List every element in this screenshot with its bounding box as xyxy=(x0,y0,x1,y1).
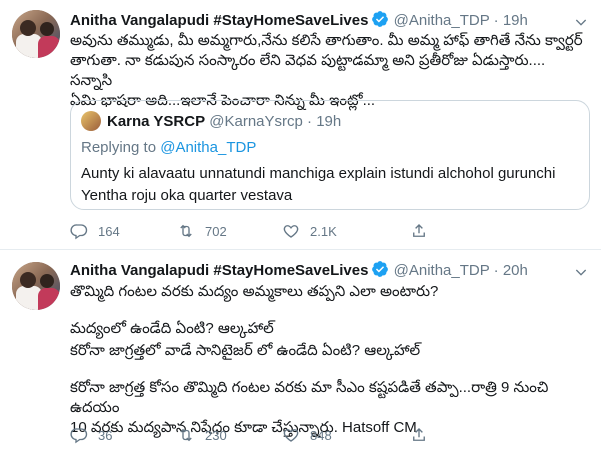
reply-count: 36 xyxy=(98,427,113,443)
retweet-icon xyxy=(180,428,192,442)
quoted-text: Aunty ki alavaatu unnatundi manchiga exp… xyxy=(81,163,581,207)
retweet-count: 230 xyxy=(205,427,227,443)
tweet-header: Anitha Vangalapudi #StayHomeSaveLives @A… xyxy=(70,260,528,280)
quoted-avatar[interactable] xyxy=(81,111,101,131)
tweet-paragraph: కరోనా జాగ్రత్త కోసం తొమ్మిది గంటల వరకు మ… xyxy=(70,379,549,416)
reply-icon xyxy=(70,224,88,240)
like-icon xyxy=(283,225,299,238)
quoted-author-handle: @KarnaYsrcp xyxy=(209,113,303,130)
author-handle[interactable]: @Anitha_TDP xyxy=(394,262,490,279)
retweet-icon xyxy=(180,224,192,238)
tweet-text: అవును తమ్ముడు, మీ అమ్మగారు,నేను కలిసే తా… xyxy=(70,31,590,111)
tweet[interactable]: Anitha Vangalapudi #StayHomeSaveLives @A… xyxy=(0,0,601,250)
reply-icon xyxy=(70,428,88,444)
like-count: 2.1K xyxy=(310,223,337,239)
quoted-author-name: Karna YSRCP xyxy=(107,113,206,130)
like-count: 848 xyxy=(310,427,332,443)
replying-to-mention[interactable]: @Anitha_TDP xyxy=(160,139,256,156)
retweet-button[interactable]: 702 xyxy=(177,221,227,241)
reply-count: 164 xyxy=(98,223,120,239)
tweet-header: Anitha Vangalapudi #StayHomeSaveLives @A… xyxy=(70,10,528,30)
avatar[interactable] xyxy=(12,262,60,310)
quoted-header: Karna YSRCP @KarnaYsrcp · 19h xyxy=(107,112,341,132)
tweet-paragraph: మద్యంలో ఉండేది ఏంటి? ఆల్కహాల్ xyxy=(70,320,274,337)
tweet-text-line: అవును తమ్ముడు, మీ అమ్మగారు,నేను కలిసే తా… xyxy=(70,32,583,49)
quoted-timestamp: 19h xyxy=(316,113,342,130)
chevron-down-icon[interactable] xyxy=(573,264,589,280)
author-handle[interactable]: @Anitha_TDP xyxy=(394,12,490,29)
share-button[interactable] xyxy=(410,221,438,241)
share-button[interactable] xyxy=(410,425,438,445)
quoted-tweet[interactable]: Karna YSRCP @KarnaYsrcp · 19h Replying t… xyxy=(70,100,590,210)
tweet-actions: 164 702 2.1K xyxy=(70,221,590,241)
tweet-paragraph: తొమ్మిది గంటల వరకు మద్యం అమ్మకాలు తప్పని… xyxy=(70,283,439,300)
retweet-count: 702 xyxy=(205,223,227,239)
verified-badge-icon xyxy=(371,260,389,284)
share-icon xyxy=(413,428,425,441)
like-button[interactable]: 2.1K xyxy=(282,221,337,241)
avatar[interactable] xyxy=(12,10,60,58)
timestamp[interactable]: 20h xyxy=(503,262,528,279)
author-name[interactable]: Anitha Vangalapudi #StayHomeSaveLives xyxy=(70,262,368,279)
like-icon xyxy=(283,429,299,442)
separator: · xyxy=(493,262,499,279)
author-name[interactable]: Anitha Vangalapudi #StayHomeSaveLives xyxy=(70,12,368,29)
separator: · xyxy=(493,12,499,29)
tweet-feed: Anitha Vangalapudi #StayHomeSaveLives @A… xyxy=(0,0,601,453)
timestamp[interactable]: 19h xyxy=(503,12,528,29)
separator: · xyxy=(307,113,313,130)
like-button[interactable]: 848 xyxy=(282,425,332,445)
quoted-text-line: Aunty ki alavaatu unnatundi manchiga exp… xyxy=(81,165,556,182)
tweet-paragraph: కరోనా జాగ్రత్తలో వాడే సానిటైజర్ లో ఉండేద… xyxy=(70,342,421,359)
reply-button[interactable]: 36 xyxy=(70,425,112,445)
reply-button[interactable]: 164 xyxy=(70,221,120,241)
tweet[interactable]: Anitha Vangalapudi #StayHomeSaveLives @A… xyxy=(0,251,601,453)
replying-to: Replying to @Anitha_TDP xyxy=(81,138,256,158)
tweet-text-line: తాగుతా. నా కడుపున సంస్కారం లేని వెధవ పుట… xyxy=(70,52,546,89)
tweet-actions: 36 230 848 xyxy=(70,425,590,445)
share-icon xyxy=(413,224,425,237)
replying-prefix: Replying to xyxy=(81,139,161,156)
tweet-text: తొమ్మిది గంటల వరకు మద్యం అమ్మకాలు తప్పని… xyxy=(70,282,590,438)
chevron-down-icon[interactable] xyxy=(573,14,589,30)
retweet-button[interactable]: 230 xyxy=(177,425,227,445)
quoted-text-line: Yentha roju oka quarter vestava xyxy=(81,187,293,204)
